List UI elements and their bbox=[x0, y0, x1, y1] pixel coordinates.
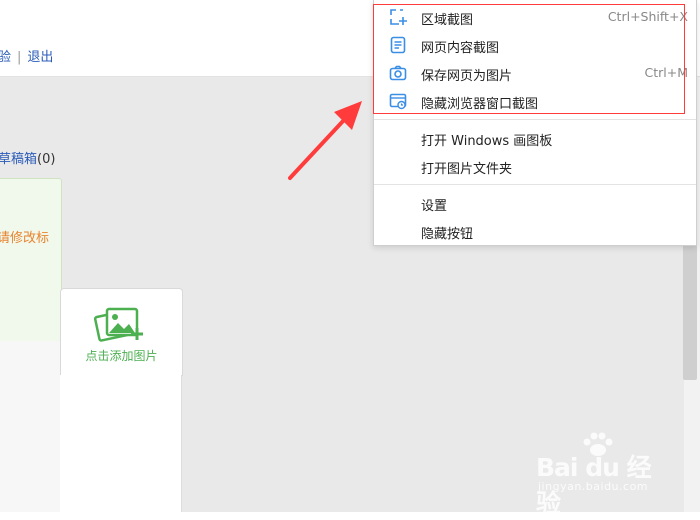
drafts-link[interactable]: 草稿箱(0) bbox=[0, 148, 55, 167]
notice-text: 请修改标 bbox=[0, 231, 50, 246]
watermark-url: jingyan.baidu.com bbox=[538, 480, 649, 493]
menu-separator bbox=[374, 119, 696, 120]
notice-panel bbox=[0, 178, 62, 342]
image-panel bbox=[60, 375, 182, 512]
left-panel bbox=[0, 341, 61, 512]
add-image-button[interactable]: 点击添加图片 bbox=[60, 288, 183, 376]
logout-link[interactable]: 退出 bbox=[27, 50, 53, 65]
menu-item-label: 打开图片文件夹 bbox=[421, 162, 513, 177]
menu-item-label: 打开 Windows 画图板 bbox=[421, 134, 553, 149]
menu-item-label: 隐藏按钮 bbox=[421, 227, 474, 242]
menu-item-open-image-folder[interactable]: 打开图片文件夹 bbox=[374, 152, 696, 180]
menu-item-label: 设置 bbox=[421, 199, 448, 214]
drafts-count: (0) bbox=[37, 152, 56, 167]
header-link-partial[interactable]: 验 bbox=[0, 50, 11, 65]
menu-item-hide-button[interactable]: 隐藏按钮 bbox=[374, 217, 696, 245]
drafts-label: 草稿箱 bbox=[0, 152, 38, 167]
add-image-label: 点击添加图片 bbox=[85, 349, 158, 363]
image-add-icon bbox=[94, 307, 143, 342]
menu-separator bbox=[374, 184, 696, 185]
baidu-watermark: Bai du 经验 jingyan.baidu.com bbox=[536, 432, 666, 518]
link-separator: | bbox=[17, 50, 22, 65]
header-links: 验 | 退出 bbox=[0, 46, 53, 65]
menu-item-open-paint[interactable]: 打开 Windows 画图板 bbox=[374, 124, 696, 152]
menu-item-settings[interactable]: 设置 bbox=[374, 189, 696, 217]
red-arrow-annotation bbox=[288, 101, 362, 180]
highlight-box bbox=[373, 4, 685, 114]
